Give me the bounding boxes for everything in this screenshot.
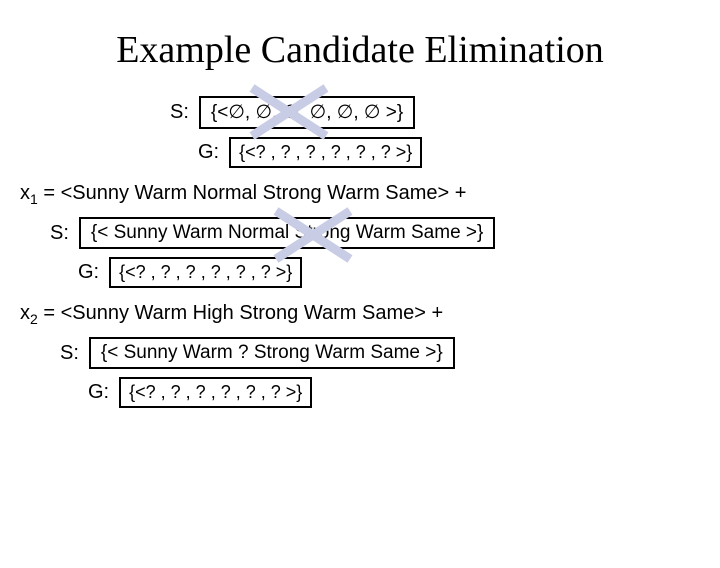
label-g: G: — [198, 141, 219, 164]
label-s: S: — [60, 342, 79, 365]
label-g: G: — [88, 381, 109, 404]
label-s: S: — [50, 222, 69, 245]
value-x1-s: {< Sunny Warm Normal Strong Warm Same >} — [79, 217, 495, 249]
row-x1-s: S: {< Sunny Warm Normal Strong Warm Same… — [50, 217, 720, 249]
row-x2-g: G: {<? , ? , ? , ? , ? , ? >} — [88, 377, 720, 408]
example-x2: x2 = <Sunny Warm High Strong Warm Same> … — [20, 302, 720, 327]
slide-title: Example Candidate Elimination — [0, 28, 720, 72]
row-initial-g: G: {<? , ? , ? , ? , ? , ? >} — [198, 137, 720, 168]
value-initial-g: {<? , ? , ? , ? , ? , ? >} — [229, 137, 422, 168]
value-x1-g: {<? , ? , ? , ? , ? , ? >} — [109, 257, 302, 288]
value-x2-g: {<? , ? , ? , ? , ? , ? >} — [119, 377, 312, 408]
label-g: G: — [78, 261, 99, 284]
value-x2-s: {< Sunny Warm ? Strong Warm Same >} — [89, 337, 455, 369]
row-initial-s: S: {<∅, ∅, ∅, ∅, ∅, ∅ >} — [170, 96, 720, 129]
label-s: S: — [170, 101, 189, 124]
example-x1: x1 = <Sunny Warm Normal Strong Warm Same… — [20, 182, 720, 207]
value-initial-s: {<∅, ∅, ∅, ∅, ∅, ∅ >} — [199, 96, 415, 129]
row-x2-s: S: {< Sunny Warm ? Strong Warm Same >} — [60, 337, 720, 369]
row-x1-g: G: {<? , ? , ? , ? , ? , ? >} — [78, 257, 720, 288]
